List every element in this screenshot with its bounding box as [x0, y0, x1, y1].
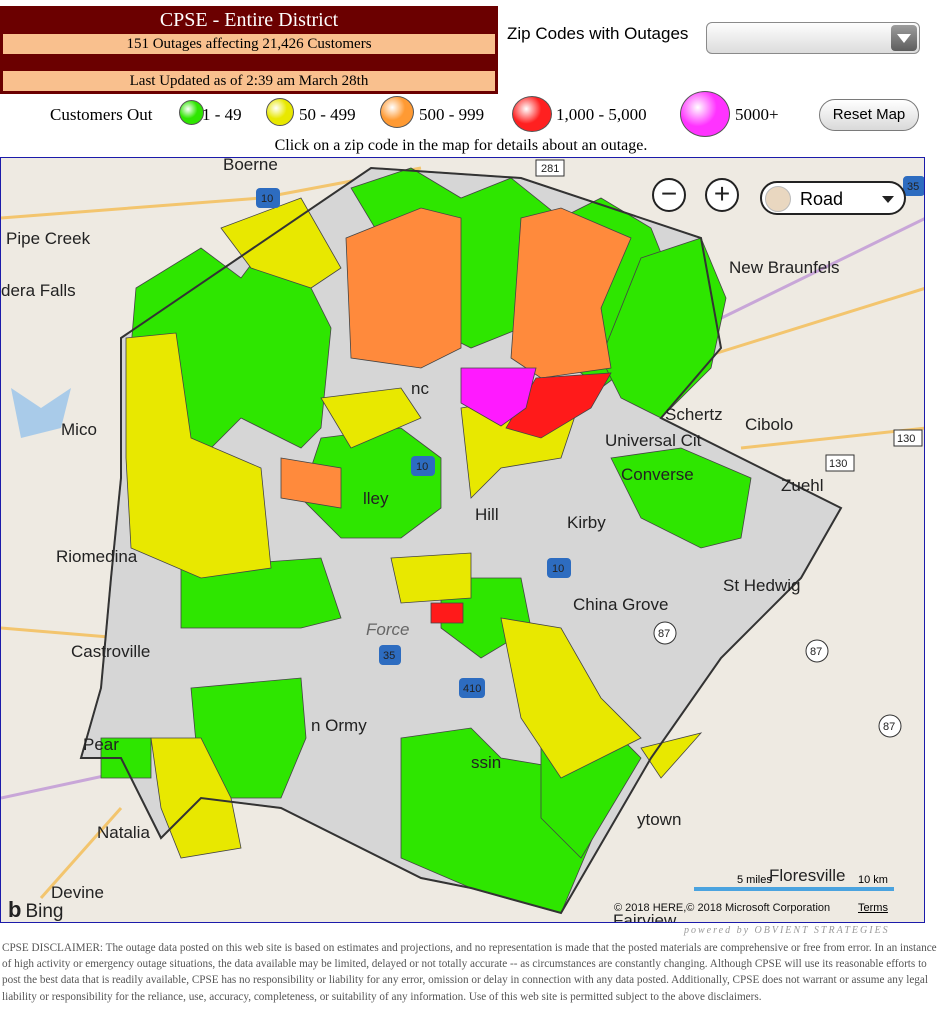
place-label: Hill — [475, 505, 499, 524]
place-label: Zuehl — [781, 476, 824, 495]
place-label: Mico — [61, 420, 97, 439]
bing-b-icon: b — [8, 897, 22, 922]
last-updated: Last Updated as of 2:39 am March 28th — [3, 71, 495, 91]
place-label: n Ormy — [311, 716, 367, 735]
svg-text:35: 35 — [383, 650, 395, 662]
svg-text:130: 130 — [829, 458, 847, 470]
svg-text:87: 87 — [810, 646, 822, 658]
place-label: lley — [363, 489, 389, 508]
place-label: nc — [411, 379, 429, 398]
powered-by[interactable]: powered by OBVIENT STRATEGIES — [684, 925, 890, 936]
map-style-dropdown[interactable]: Road — [760, 181, 906, 215]
chevron-down-icon — [882, 196, 894, 203]
place-label: Schertz — [665, 405, 723, 424]
svg-text:281: 281 — [541, 163, 559, 175]
terms-link[interactable]: Terms — [858, 902, 888, 914]
legend-label: Customers Out — [50, 105, 153, 124]
legend-text-50-499: 50 - 499 — [299, 105, 356, 124]
header-banner: CPSE - Entire District 151 Outages affec… — [0, 6, 498, 94]
place-label: Boerne — [223, 158, 278, 174]
legend-text-1000-5000: 1,000 - 5,000 — [556, 105, 647, 124]
legend-text-1-49: 1 - 49 — [202, 105, 242, 124]
svg-text:10: 10 — [416, 461, 428, 473]
road-map-icon — [765, 186, 791, 212]
svg-text:410: 410 — [463, 683, 481, 695]
scale-miles: 5 miles — [737, 874, 772, 886]
bing-logo[interactable]: b Bing — [8, 897, 63, 923]
zone-n-orange — [345, 207, 462, 369]
legend-dot-red — [512, 96, 552, 132]
svg-text:130: 130 — [897, 433, 915, 445]
reset-map-button[interactable]: Reset Map — [819, 99, 919, 131]
zone-c2-yellow — [390, 552, 472, 604]
zoom-in-button[interactable]: + — [705, 178, 739, 212]
place-label: St Hedwig — [723, 576, 800, 595]
place-label: Floresville — [769, 866, 846, 885]
svg-text:10: 10 — [552, 563, 564, 575]
svg-text:35: 35 — [907, 181, 919, 193]
outage-summary: 151 Outages affecting 21,426 Customers — [3, 34, 495, 54]
place-label: ytown — [637, 810, 681, 829]
outage-map[interactable]: Boerne Pipe Creek dera Falls Mico Riomed… — [0, 157, 925, 923]
place-label: Riomedina — [56, 547, 138, 566]
legend-dot-green — [179, 100, 204, 125]
disclaimer-text: CPSE DISCLAIMER: The outage data posted … — [2, 942, 937, 1003]
legend-dot-magenta — [680, 91, 730, 137]
place-label: Converse — [621, 465, 694, 484]
place-label: Universal Cit — [605, 431, 702, 450]
zip-code-dropdown[interactable] — [706, 22, 920, 54]
place-label: New Braunfels — [729, 258, 840, 277]
legend-dot-yellow — [266, 98, 294, 126]
place-label: dera Falls — [1, 281, 76, 300]
zip-select-label: Zip Codes with Outages — [507, 24, 689, 43]
legend-text-500-999: 500 - 999 — [419, 105, 485, 124]
scale-bar — [694, 887, 894, 891]
place-label: Force — [366, 620, 409, 639]
zoom-out-button[interactable]: − — [652, 178, 686, 212]
place-label: China Grove — [573, 595, 668, 614]
place-label: Kirby — [567, 513, 606, 532]
scale-km: 10 km — [858, 874, 888, 886]
dropdown-arrow-icon[interactable] — [891, 25, 917, 51]
place-label: ssin — [471, 753, 501, 772]
place-label: Cibolo — [745, 415, 793, 434]
map-style-label: Road — [800, 189, 844, 209]
place-label: Castroville — [71, 642, 150, 661]
legend-dot-orange — [380, 96, 414, 128]
svg-text:87: 87 — [883, 721, 895, 733]
zone-c-red — [430, 602, 464, 624]
svg-text:87: 87 — [658, 628, 670, 640]
place-label: Pipe Creek — [6, 229, 91, 248]
legend-text-5000-plus: 5000+ — [735, 105, 779, 124]
place-label: Pear — [83, 735, 119, 754]
place-label: Natalia — [97, 823, 150, 842]
map-instruction: Click on a zip code in the map for detai… — [274, 137, 648, 154]
page-title: CPSE - Entire District — [159, 9, 339, 31]
map-copyright: © 2018 HERE,© 2018 Microsoft Corporation — [614, 902, 831, 914]
svg-text:10: 10 — [261, 193, 273, 205]
